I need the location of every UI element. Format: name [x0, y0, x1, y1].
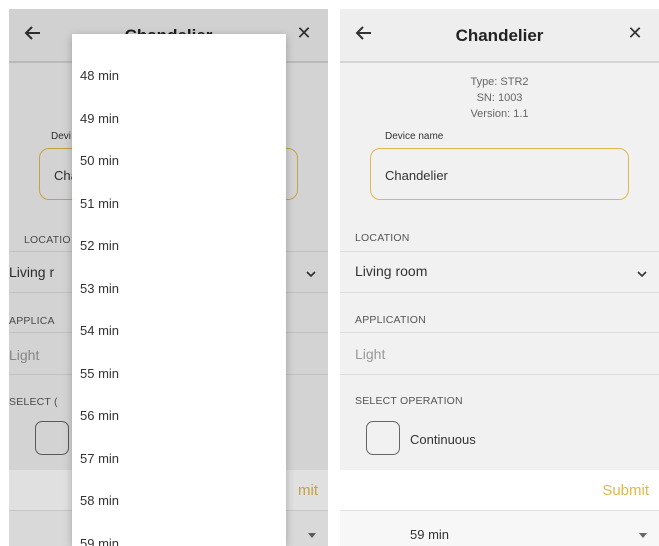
duration-value: 59 min: [410, 527, 450, 542]
header: Chandelier ✕: [340, 9, 659, 63]
device-serial: SN: 1003: [476, 92, 523, 104]
dropdown-option[interactable]: 57 min: [80, 451, 119, 466]
dropdown-option[interactable]: 58 min: [80, 493, 119, 508]
divider: [340, 292, 659, 293]
divider: [340, 374, 659, 375]
caret-down-icon: [639, 533, 647, 538]
continuous-label: Continuous: [410, 432, 476, 447]
continuous-checkbox[interactable]: [366, 421, 400, 455]
left-screen: Chandelier ✕ Devi Cha LOCATIO Living r A…: [9, 9, 328, 546]
dropdown-option[interactable]: 49 min: [80, 111, 119, 126]
dropdown-option[interactable]: 54 min: [80, 323, 119, 338]
dropdown-option[interactable]: 51 min: [80, 196, 119, 211]
device-name-field[interactable]: Chandelier: [370, 148, 629, 200]
location-select[interactable]: Living room: [355, 263, 427, 279]
location-label: LOCATION: [355, 232, 410, 244]
arrow-left-icon[interactable]: [354, 23, 374, 43]
divider: [340, 332, 659, 333]
device-version: Version: 1.1: [470, 108, 529, 120]
duration-dropdown: 48 min 49 min 50 min 51 min 52 min 53 mi…: [72, 34, 286, 546]
dropdown-option[interactable]: 56 min: [80, 408, 119, 423]
application-value: Light: [355, 346, 386, 362]
dropdown-option[interactable]: 59 min: [80, 536, 119, 546]
dropdown-option[interactable]: 48 min: [80, 68, 119, 83]
dropdown-option[interactable]: 53 min: [80, 281, 119, 296]
dropdown-option[interactable]: 50 min: [80, 153, 119, 168]
divider: [340, 251, 659, 252]
dropdown-option[interactable]: 52 min: [80, 238, 119, 253]
dropdown-option[interactable]: 55 min: [80, 366, 119, 381]
select-operation-label: SELECT OPERATION: [355, 395, 463, 407]
duration-select[interactable]: 59 min: [340, 510, 659, 546]
chevron-down-icon: [637, 271, 647, 278]
submit-button[interactable]: Submit: [602, 482, 649, 499]
close-icon[interactable]: ✕: [625, 23, 645, 43]
device-name-value: Chandelier: [385, 168, 448, 183]
submit-bar: Submit: [340, 470, 659, 510]
page-title: Chandelier: [455, 26, 544, 45]
device-type: Type: STR2: [470, 76, 529, 88]
device-name-label: Device name: [385, 131, 444, 142]
application-label: APPLICATION: [355, 314, 426, 326]
right-screen: Chandelier ✕ Type: STR2 SN: 1003 Version…: [340, 9, 659, 546]
